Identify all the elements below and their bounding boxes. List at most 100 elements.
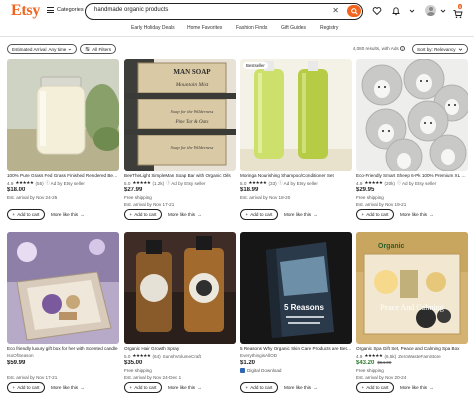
more-like-this-label: More like this	[51, 385, 79, 390]
product-image-shampoo[interactable]: Bestseller	[240, 59, 352, 171]
download-icon	[240, 368, 245, 373]
search-input[interactable]: handmade organic products	[94, 7, 168, 13]
product-title[interactable]: Organic Hair Growth Spray	[124, 346, 236, 351]
product-image-wool-dryer-balls[interactable]	[356, 59, 468, 171]
product-title[interactable]: Eco-Friendly Smart Sheep 6-Pk 100% Premi…	[356, 173, 468, 178]
product-image-spa-gift-set[interactable]: Organic Peace And Calming	[356, 232, 468, 344]
add-to-cart-label: Add to cart	[250, 385, 273, 390]
search-icon	[350, 7, 358, 15]
site-header: Etsy Categories handmade organic product…	[0, 0, 474, 22]
ad-text: Ad by Etsy seller	[283, 180, 318, 186]
more-like-this-button[interactable]: More like this →	[284, 382, 318, 393]
plus-icon: +	[129, 212, 133, 217]
categories-label: Categories	[57, 7, 84, 13]
add-to-cart-button[interactable]: + Add to cart	[356, 382, 394, 393]
product-price: $59.99	[7, 360, 26, 366]
sort-label: Sort by: Relevancy	[417, 46, 456, 52]
product-title[interactable]: 100% Pure Grass Fed Grass Finished Rende…	[7, 173, 119, 178]
ad-label: ⓘ Ad by Etsy seller	[46, 180, 85, 186]
shop-name[interactable]: IsoOfSeason	[7, 353, 119, 358]
menu-icon	[47, 7, 54, 13]
shop-name[interactable]: EverythingisAllOD	[240, 353, 352, 358]
heart-icon[interactable]	[372, 6, 382, 16]
more-like-this-button[interactable]: More like this →	[400, 382, 434, 393]
product-image-gift-box[interactable]	[7, 232, 119, 344]
nav-item-fashion-finds[interactable]: Fashion Finds	[236, 25, 267, 31]
info-icon: ⓘ	[396, 180, 401, 185]
nav-item-registry[interactable]: Registry	[320, 25, 338, 31]
add-to-cart-button[interactable]: + Add to cart	[124, 209, 162, 220]
product-price: $1.20	[240, 360, 256, 366]
avatar[interactable]	[425, 5, 436, 16]
arrival-estimate: Est. arrival by Nov 17-21	[7, 375, 58, 380]
search-bar[interactable]: handmade organic products ✕	[85, 3, 363, 20]
arrival-value: Any time	[48, 46, 67, 52]
arrow-right-icon: →	[313, 385, 318, 390]
add-to-cart-button[interactable]: + Add to cart	[7, 209, 45, 220]
add-to-cart-button[interactable]: + Add to cart	[124, 382, 162, 393]
search-button[interactable]	[347, 5, 361, 17]
add-to-cart-button[interactable]: + Add to cart	[240, 209, 278, 220]
more-like-this-button[interactable]: More like this →	[51, 209, 85, 220]
etsy-logo[interactable]: Etsy	[11, 2, 40, 20]
rating-row: 4.9 ★★★★★ (20k) ⓘ Ad by Etsy seller	[356, 180, 468, 186]
more-like-this-button[interactable]: More like this →	[168, 209, 202, 220]
add-to-cart-button[interactable]: + Add to cart	[240, 382, 278, 393]
add-to-cart-label: Add to cart	[134, 385, 157, 390]
estimated-arrival-filter[interactable]: Estimated Arrival Any time	[7, 44, 77, 54]
top-nav: Early Holiday Deals Home Favorites Fashi…	[0, 25, 474, 33]
review-count: (55)	[35, 180, 44, 186]
arrow-right-icon: →	[197, 385, 202, 390]
product-image-tallow[interactable]	[7, 59, 119, 171]
categories-button[interactable]: Categories	[47, 7, 84, 13]
rating-value: 5.0	[240, 180, 247, 186]
cart-button[interactable]: 8	[453, 4, 463, 19]
nav-item-gift-guides[interactable]: Gift Guides	[281, 25, 306, 31]
more-like-this-button[interactable]: More like this →	[284, 209, 318, 220]
chevron-down-icon[interactable]	[407, 6, 417, 16]
product-image-hair-spray[interactable]	[124, 232, 236, 344]
plus-icon: +	[12, 212, 16, 217]
product-title[interactable]: Moringa Nourishing Shampoo/Conditioner S…	[240, 173, 352, 178]
star-rating: ★★★★★	[132, 353, 151, 358]
more-like-this-button[interactable]: More like this →	[51, 382, 85, 393]
product-title[interactable]: Organic Spa Gift Set, Peace and Calming …	[356, 346, 468, 351]
filter-icon	[85, 47, 90, 51]
chevron-down-icon[interactable]	[438, 6, 448, 16]
product-title[interactable]: BeeTheLight SimpleMan Soap Bar with Orga…	[124, 173, 236, 178]
nav-item-early-holiday-deals[interactable]: Early Holiday Deals	[131, 25, 175, 31]
arrow-right-icon: →	[197, 212, 202, 217]
add-to-cart-button[interactable]: + Add to cart	[356, 209, 394, 220]
rating-row: 4.9 ★★★★★ (6.5k) ZeroWasteFamStore	[356, 353, 468, 359]
arrival-estimate: Est. arrival by Nov 24-Dec 1	[124, 375, 182, 380]
product-price: $27.99	[124, 187, 143, 193]
add-to-cart-label: Add to cart	[366, 385, 389, 390]
digital-download-text: Digital Download	[247, 368, 282, 373]
arrival-estimate: Est. arrival by Nov 18-20	[240, 195, 291, 200]
soap-label-text: Mountain Mist	[175, 82, 209, 88]
spa-label-text: Peace And Calming	[380, 303, 444, 312]
info-icon[interactable]: i	[400, 46, 405, 52]
sort-dropdown[interactable]: Sort by: Relevancy	[412, 44, 468, 54]
more-like-this-button[interactable]: More like this →	[400, 209, 434, 220]
add-to-cart-label: Add to cart	[134, 212, 157, 217]
soap-label-text: Soap for the Wilderness	[171, 109, 214, 114]
product-image-ebook[interactable]: 5 Reasons	[240, 232, 352, 344]
bell-icon[interactable]	[391, 6, 401, 16]
product-image-soap[interactable]: MAN SOAP Mountain Mist Soap for the Wild…	[124, 59, 236, 171]
all-filters-button[interactable]: All Filters	[80, 44, 116, 54]
review-count: (1.2k)	[152, 180, 165, 186]
more-like-this-label: More like this	[284, 385, 312, 390]
close-icon[interactable]: ✕	[332, 6, 339, 15]
shop-name[interactable]: ZeroWasteFamStore	[398, 354, 440, 359]
add-to-cart-button[interactable]: + Add to cart	[7, 382, 45, 393]
nav-item-home-favorites[interactable]: Home Favorites	[187, 25, 222, 31]
shop-name[interactable]: SunshVolumeCraft	[163, 354, 201, 359]
info-icon: ⓘ	[278, 180, 283, 185]
product-title[interactable]: Eco friendly luxury gift box for her wit…	[7, 346, 119, 351]
ad-text: Ad by Etsy seller	[171, 180, 206, 186]
rating-value: 4.9	[356, 353, 363, 359]
product-title[interactable]: 5 Reasons Why Organic Skin Care Products…	[240, 346, 352, 351]
product-price: $29.95	[356, 187, 375, 193]
more-like-this-button[interactable]: More like this →	[168, 382, 202, 393]
